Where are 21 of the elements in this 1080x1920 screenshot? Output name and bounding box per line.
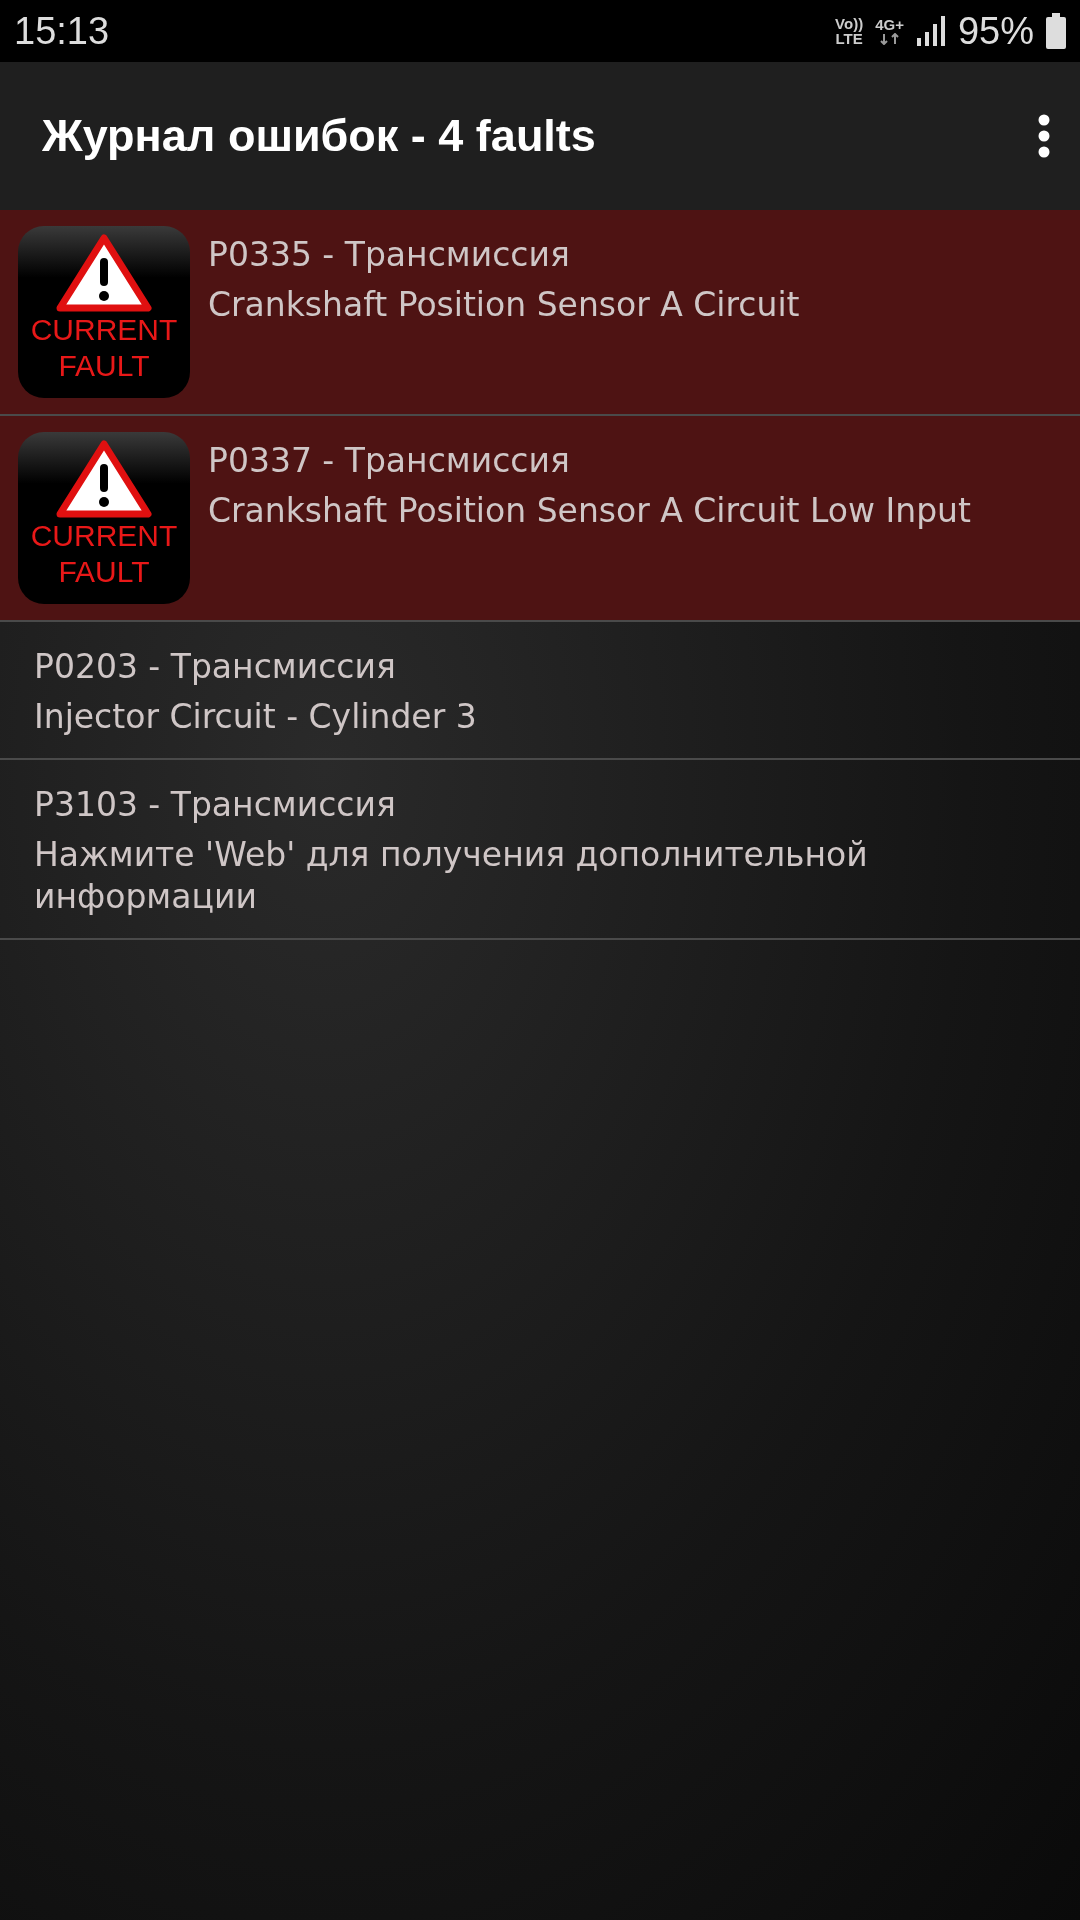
fault-row[interactable]: P3103 - Трансмиссия Нажмите 'Web' для получения дополнительной информации <box>0 760 1080 940</box>
battery-level: 95% <box>957 9 1034 53</box>
more-options-icon[interactable] <box>1038 114 1050 158</box>
fault-row[interactable]: P0203 - Трансмиссия Injector Circuit - Cylinder 3 <box>0 622 1080 760</box>
battery-icon <box>1046 13 1066 49</box>
fault-description: Crankshaft Position Sensor A Circuit <box>208 284 800 326</box>
current-fault-row[interactable]: CURRENT FAULT P0335 - Трансмиссия Crankshaft Position Sensor A Circuit <box>0 210 1080 416</box>
fault-code: P0337 - Трансмиссия <box>208 440 571 482</box>
fault-description: Crankshaft Position Sensor A Circuit Low Input <box>208 490 971 532</box>
current-fault-row[interactable]: CURRENT FAULT P0337 - Трансмиссия Crankshaft Position Sensor A Circuit Low Input <box>0 416 1080 622</box>
current-fault-badge: CURRENT FAULT <box>18 432 190 604</box>
fault-description: Injector Circuit - Cylinder 3 <box>34 696 477 738</box>
clock: 15:13 <box>14 9 110 53</box>
volte-icon: Vo)) LTE <box>835 16 864 46</box>
fault-code: P0335 - Трансмиссия <box>208 234 571 276</box>
fault-code: P3103 - Трансмиссия <box>34 784 397 826</box>
current-fault-badge: CURRENT FAULT <box>18 226 190 398</box>
screen-title: Журнал ошибок - 4 faults <box>42 110 596 162</box>
fault-code: P0203 - Трансмиссия <box>34 646 397 688</box>
fault-description: Нажмите 'Web' для получения дополнительной информации <box>34 834 869 918</box>
signal-icon <box>915 16 946 46</box>
